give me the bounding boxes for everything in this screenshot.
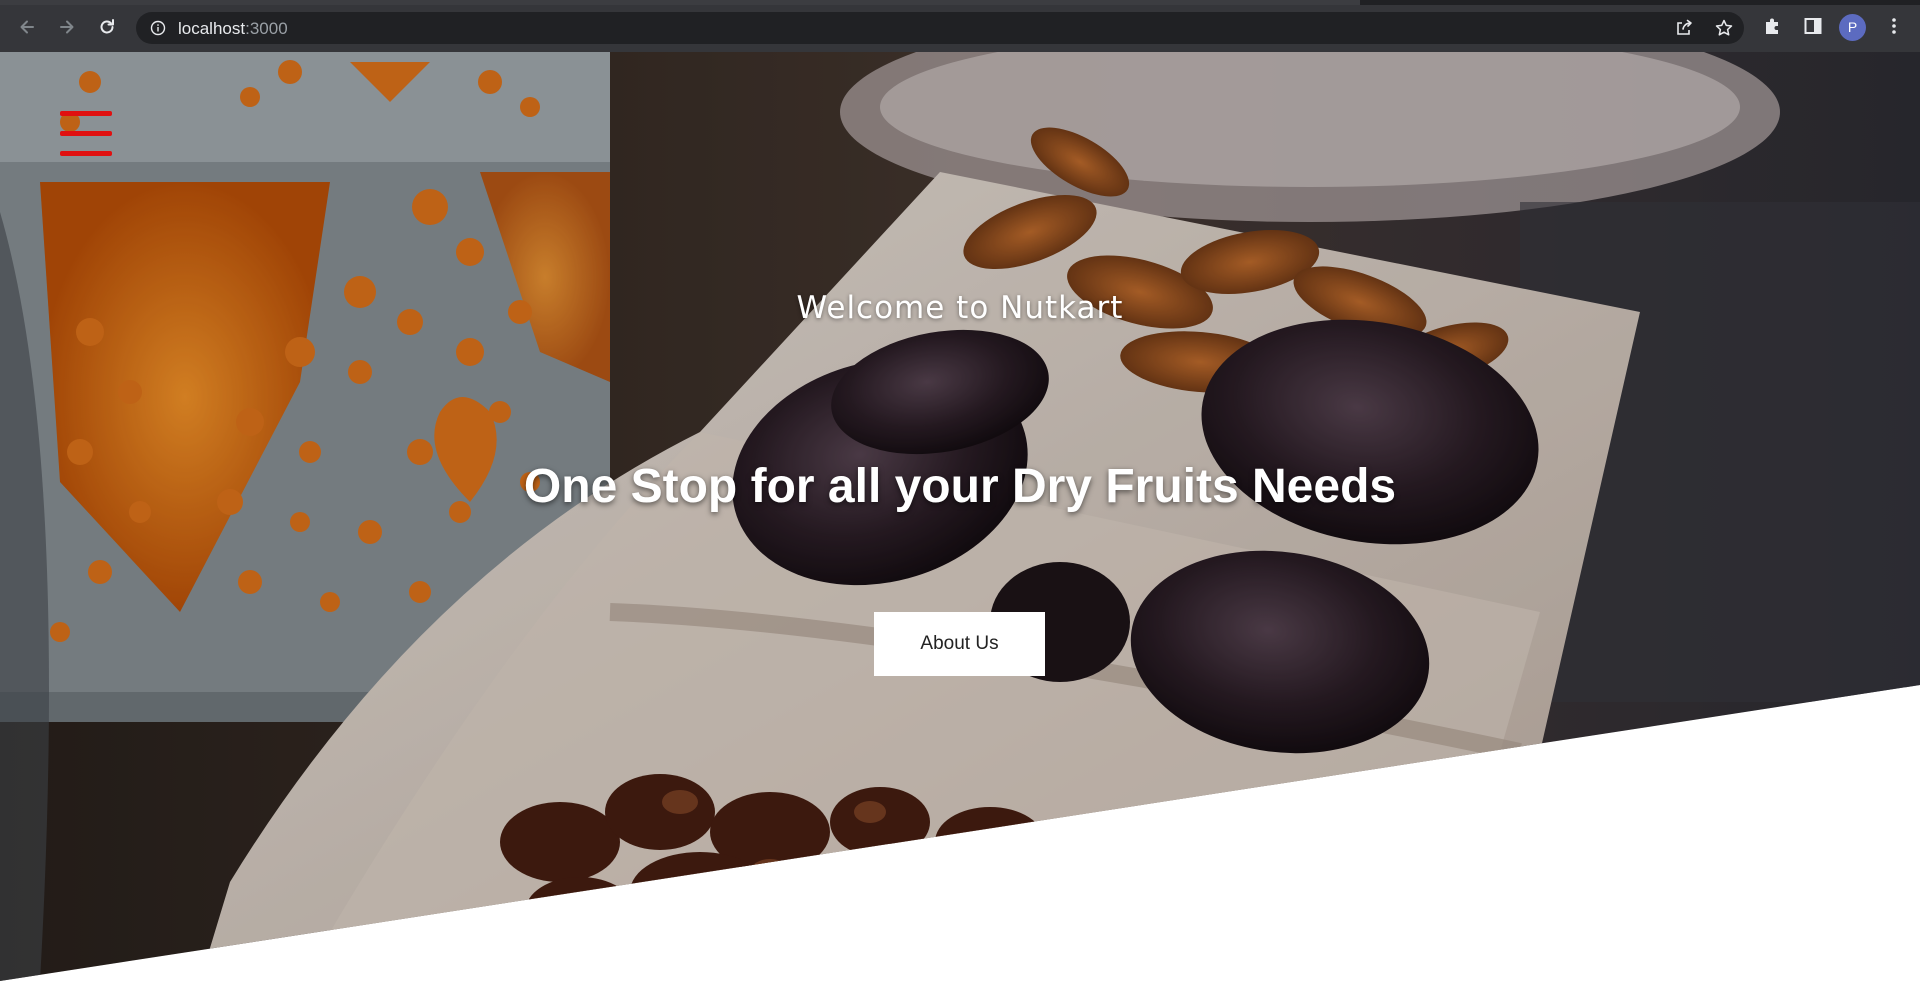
about-us-button[interactable]: About Us [874,612,1045,676]
bookmark-button[interactable] [1713,17,1735,39]
reload-icon [100,19,114,34]
url-host: localhost [178,19,246,38]
hero-section: Welcome to Nutkart One Stop for all your… [0,52,1920,981]
forward-button[interactable] [53,13,81,41]
more-vertical-icon [1892,18,1896,34]
hamburger-menu-icon-bar-middle [60,131,112,136]
info-icon[interactable] [150,20,166,36]
hamburger-menu-icon-bar-top [60,111,112,116]
share-icon [1677,19,1692,35]
url-port: :3000 [245,19,288,38]
puzzle-icon [1766,18,1778,34]
extensions-button[interactable] [1761,14,1785,38]
hamburger-menu-icon-bar-bottom [60,151,112,156]
active-tab-indicator [0,0,1360,5]
page-viewport: Welcome to Nutkart One Stop for all your… [0,52,1920,981]
share-button[interactable] [1673,17,1695,39]
back-button[interactable] [13,13,41,41]
side-panel-button[interactable] [1801,14,1825,38]
arrow-right-icon [60,20,74,34]
welcome-heading: Welcome to Nutkart [796,290,1124,326]
hero-background-image [0,52,1920,981]
url-text[interactable]: localhost:3000 [178,19,288,39]
address-bar[interactable]: localhost:3000 [136,12,1744,44]
hero-headline: One Stop for all your Dry Fruits Needs [523,460,1397,513]
side-panel-icon [1804,18,1822,34]
arrow-left-icon [20,20,34,34]
star-icon [1715,19,1733,36]
browser-menu-button[interactable] [1882,14,1906,38]
browser-toolbar: localhost:3000 P [0,0,1920,52]
reload-button[interactable] [93,13,121,41]
profile-avatar[interactable]: P [1839,14,1866,41]
hamburger-menu-button[interactable] [58,107,114,157]
